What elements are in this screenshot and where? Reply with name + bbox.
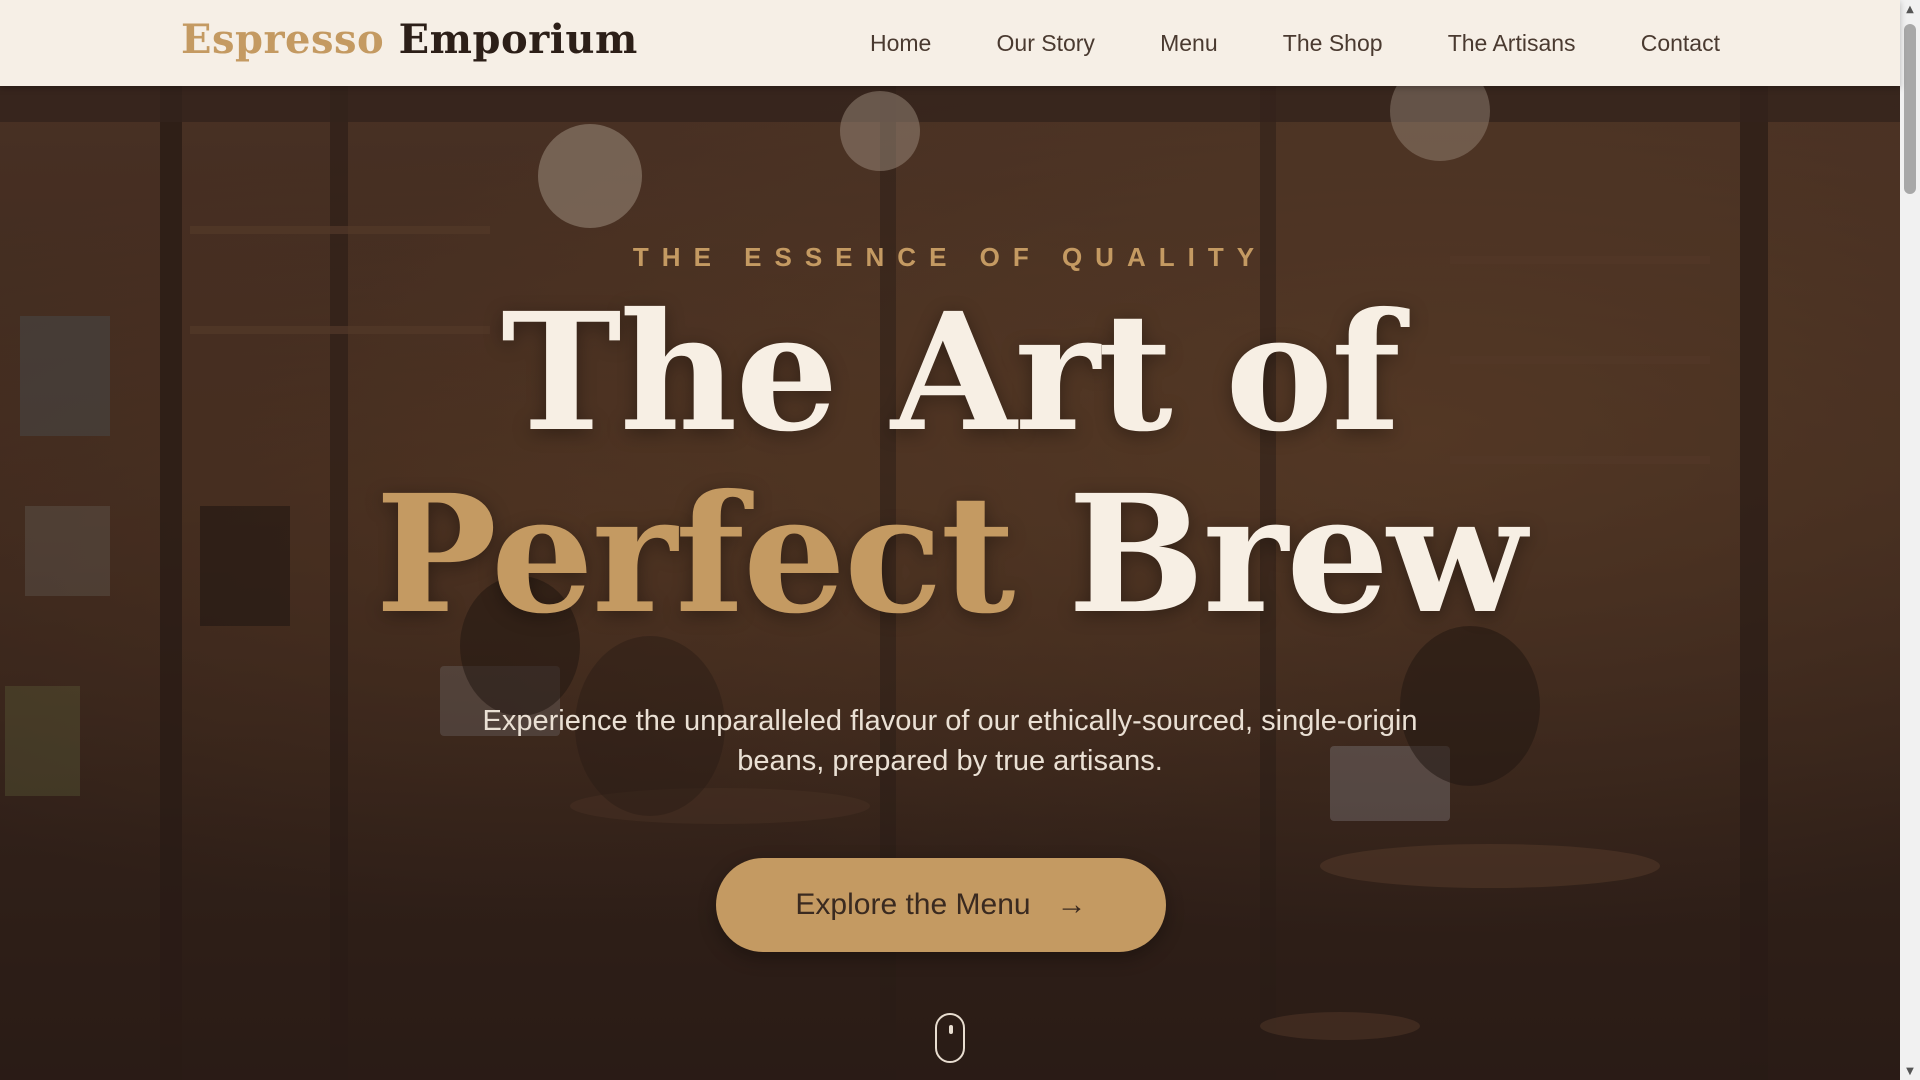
nav-item-home[interactable]: Home <box>870 30 931 57</box>
brand-name-second: Emporium <box>398 16 638 63</box>
nav-item-the-artisans[interactable]: The Artisans <box>1448 30 1576 57</box>
explore-menu-label: Explore the Menu <box>795 888 1031 921</box>
nav-item-our-story[interactable]: Our Story <box>997 30 1095 57</box>
explore-menu-button[interactable]: Explore the Menu → <box>716 858 1166 952</box>
brand-logo[interactable]: Espresso Emporium <box>181 16 638 63</box>
hero-subtext: Experience the unparalleled flavour of o… <box>482 705 1418 777</box>
scroll-wheel-dot <box>949 1025 953 1034</box>
mouse-scroll-icon[interactable] <box>935 1013 965 1063</box>
brand-name-first: Espresso <box>181 16 385 63</box>
scroll-up-arrow-icon[interactable]: ▲ <box>1900 0 1920 18</box>
headline-line-1: The Art of <box>501 278 1401 468</box>
scrollbar-thumb[interactable] <box>1904 24 1916 194</box>
main-nav: Home Our Story Menu The Shop The Artisan… <box>870 0 1720 86</box>
arrow-right-icon: → <box>1056 888 1087 921</box>
headline-accent-word: Perfect <box>375 460 1015 650</box>
hero-headline: The Art of Perfect Brew <box>0 282 1900 646</box>
page-scrollbar[interactable]: ▲ ▼ <box>1900 0 1920 1080</box>
scroll-down-arrow-icon[interactable]: ▼ <box>1900 1062 1920 1080</box>
site-header: Espresso Emporium Home Our Story Menu Th… <box>0 0 1900 86</box>
nav-item-contact[interactable]: Contact <box>1641 30 1720 57</box>
nav-item-the-shop[interactable]: The Shop <box>1283 30 1383 57</box>
headline-rest-word: Brew <box>1067 460 1527 650</box>
hero-eyebrow: THE ESSENCE OF QUALITY <box>632 242 1268 272</box>
hero-section: THE ESSENCE OF QUALITY The Art of Perfec… <box>0 86 1900 1080</box>
nav-item-menu[interactable]: Menu <box>1160 30 1218 57</box>
